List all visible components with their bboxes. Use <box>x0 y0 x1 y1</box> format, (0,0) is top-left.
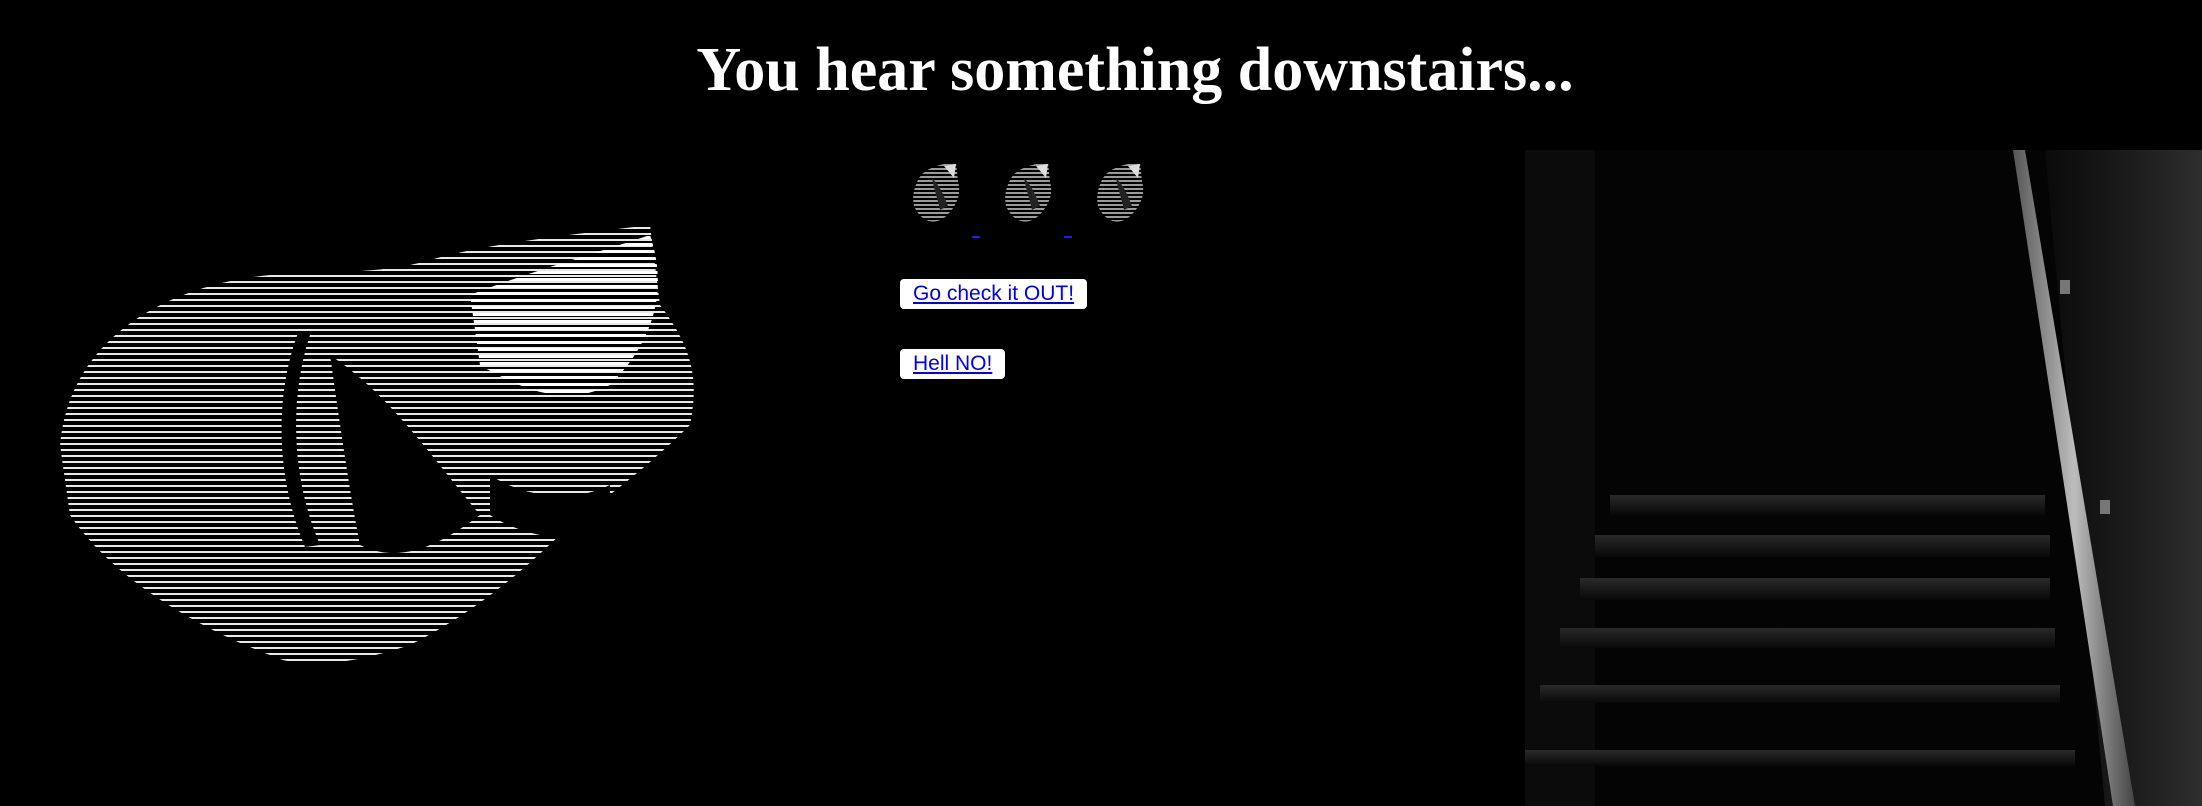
hand-icon <box>1097 162 1144 222</box>
dark-staircase-photo <box>1525 150 2202 806</box>
hand-icon-link-2[interactable] <box>1002 160 1072 240</box>
hand-icon <box>913 162 960 222</box>
hand-icon-image-3 <box>1094 160 1164 240</box>
hand-icon <box>1005 162 1052 222</box>
go-check-it-out-button[interactable]: Go check it OUT! <box>900 279 1088 309</box>
link-underline <box>1064 236 1072 238</box>
link-underline <box>972 236 980 238</box>
hand-icon-row <box>910 160 1170 240</box>
page-title: You hear something downstairs... <box>696 36 1574 104</box>
hell-no-button[interactable]: Hell NO! <box>900 349 1006 379</box>
distorted-hand-icon <box>60 225 694 664</box>
hand-icon-link-1[interactable] <box>910 160 980 240</box>
